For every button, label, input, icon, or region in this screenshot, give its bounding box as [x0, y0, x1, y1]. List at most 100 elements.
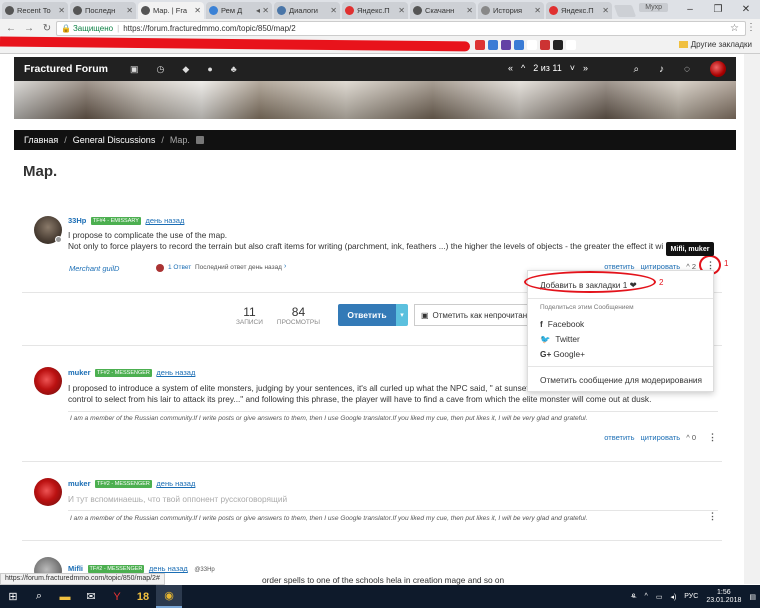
rss-icon[interactable]	[195, 136, 204, 144]
forum-brand[interactable]: Fractured Forum	[24, 63, 108, 75]
google-plus-icon: G+	[540, 349, 552, 359]
notifications-icon[interactable]: ▤	[749, 593, 756, 601]
bell-icon[interactable]: ♪	[659, 64, 664, 75]
quote-link[interactable]: цитировать	[641, 433, 681, 442]
post-menu-icon[interactable]: ⋮	[708, 511, 717, 522]
close-icon[interactable]: ✕	[330, 6, 337, 15]
tab-map[interactable]: Map. | Fra ✕	[138, 2, 204, 19]
avatar[interactable]	[34, 478, 62, 506]
next-page-icon[interactable]: ˅	[570, 63, 575, 73]
avatar[interactable]	[710, 61, 726, 77]
extension-icon[interactable]	[475, 40, 485, 50]
system-tray: ዱ ^ ▭ ◂) РУС 1:56 23.01.2018 ▤	[631, 585, 756, 608]
divider	[68, 411, 718, 412]
reply-link[interactable]: ответить	[604, 433, 634, 442]
share-facebook[interactable]: f Facebook	[540, 319, 584, 329]
tab-yandex-2[interactable]: Яндекс.П ✕	[546, 2, 612, 19]
post-author[interactable]: muker	[68, 479, 91, 488]
extension-icon[interactable]	[566, 40, 576, 50]
close-window-icon[interactable]: ✕	[732, 4, 760, 15]
group-icon[interactable]: ♣	[231, 64, 237, 75]
post-time[interactable]: день назад	[149, 564, 188, 573]
close-icon[interactable]: ✕	[398, 6, 405, 15]
extension-icon[interactable]	[501, 40, 511, 50]
extension-icon[interactable]	[488, 40, 498, 50]
back-icon[interactable]: ←	[4, 23, 18, 34]
tags-icon[interactable]: ◆	[182, 64, 189, 75]
post-author[interactable]: muker	[68, 368, 91, 377]
avatar[interactable]	[34, 367, 62, 395]
extension-icon[interactable]	[540, 40, 550, 50]
search-icon[interactable]: ⌕	[26, 585, 52, 608]
browser-menu-icon[interactable]: ⋮	[746, 22, 756, 33]
chevron-up-icon[interactable]: ^	[645, 593, 648, 600]
inbox-icon[interactable]: ▣	[130, 64, 139, 75]
windows-start-icon[interactable]: ⊞	[0, 585, 26, 608]
post-menu-icon[interactable]: ⋮	[708, 432, 717, 443]
other-bookmarks[interactable]: Другие закладки	[679, 40, 752, 49]
post-time[interactable]: день назад	[145, 216, 184, 225]
chevron-right-icon[interactable]: ›	[284, 263, 286, 270]
extension-icon[interactable]	[553, 40, 563, 50]
language-indicator[interactable]: РУС	[684, 593, 698, 600]
reload-icon[interactable]: ↻	[40, 23, 54, 34]
breadcrumb-home[interactable]: Главная	[24, 135, 58, 145]
prev-page-icon[interactable]: ^	[521, 63, 525, 73]
bookmark-star-icon[interactable]: ☆	[730, 23, 739, 34]
reply-button[interactable]: Ответить	[337, 304, 396, 326]
profile-chip[interactable]: Мухр	[639, 3, 668, 12]
tab-video[interactable]: Рем Д ◂ ✕	[206, 2, 272, 19]
tab-last[interactable]: Последн ✕	[70, 2, 136, 19]
tab-downloads[interactable]: Скачанн ✕	[410, 2, 476, 19]
share-google[interactable]: G+ Google+	[540, 349, 585, 359]
last-page-icon[interactable]: »	[583, 63, 588, 73]
extension-icon[interactable]	[514, 40, 524, 50]
clock[interactable]: 1:56 23.01.2018	[706, 589, 741, 605]
tab-yandex[interactable]: Яндекс.П ✕	[342, 2, 408, 19]
close-icon[interactable]: ✕	[126, 6, 133, 15]
flag-menu-item[interactable]: Отметить сообщение для модерирования	[540, 375, 702, 385]
breadcrumb-category[interactable]: General Discussions	[73, 135, 156, 145]
chat-icon[interactable]: ◌	[684, 64, 690, 75]
extension-icon[interactable]	[527, 40, 537, 50]
network-icon[interactable]: ▭	[656, 593, 663, 601]
app-icon[interactable]: 18	[130, 585, 156, 608]
address-bar[interactable]: 🔒 Защищено | https://forum.fracturedmmo.…	[56, 21, 746, 36]
close-icon[interactable]: ✕	[466, 6, 473, 15]
close-icon[interactable]: ✕	[602, 6, 609, 15]
volume-icon[interactable]: ◂)	[670, 593, 676, 601]
tab-label: Яндекс.П	[357, 6, 390, 15]
replies-link[interactable]: 1 Ответ	[168, 264, 191, 271]
post-author[interactable]: 33Hp	[68, 216, 86, 225]
mention[interactable]: @33Hp	[194, 567, 214, 573]
minimize-icon[interactable]: –	[676, 4, 704, 15]
search-icon[interactable]: ⌕	[633, 64, 639, 75]
yandex-browser-icon[interactable]: Y	[104, 585, 130, 608]
close-icon[interactable]: ✕	[194, 6, 201, 15]
post-time[interactable]: день назад	[156, 368, 195, 377]
user-icon[interactable]: ●	[207, 64, 212, 75]
forward-icon[interactable]: →	[22, 23, 36, 34]
chrome-icon[interactable]: ◉	[156, 585, 182, 608]
forum-navbar: Fractured Forum ▣ ◷ ◆ ● ♣ « ^ 2 из 11 ˅ …	[14, 57, 736, 81]
first-page-icon[interactable]: «	[508, 63, 513, 73]
share-twitter[interactable]: 🐦 Twitter	[540, 334, 580, 345]
close-icon[interactable]: ✕	[534, 6, 541, 15]
close-icon[interactable]: ✕	[58, 6, 65, 15]
last-reply-text[interactable]: Последний ответ день назад	[195, 264, 282, 271]
tab-recent[interactable]: Recent To ✕	[2, 2, 68, 19]
folder-icon[interactable]: ▬	[52, 585, 78, 608]
tab-history[interactable]: История ✕	[478, 2, 544, 19]
upvote-icon[interactable]: ^ 0	[686, 433, 696, 442]
speaker-icon[interactable]: ◂ ✕	[256, 6, 269, 15]
maximize-icon[interactable]: ❐	[704, 4, 732, 15]
chevron-down-icon[interactable]: ▾	[395, 304, 408, 326]
post-time[interactable]: день назад	[156, 479, 195, 488]
clock-icon[interactable]: ◷	[157, 64, 165, 75]
people-icon[interactable]: ዱ	[631, 593, 637, 601]
post-author[interactable]: Mifli	[68, 564, 83, 573]
new-tab-button[interactable]	[613, 5, 637, 17]
tab-dialogs[interactable]: Диалоги ✕	[274, 2, 340, 19]
scrollbar[interactable]	[744, 54, 760, 584]
mail-icon[interactable]: ✉	[78, 585, 104, 608]
